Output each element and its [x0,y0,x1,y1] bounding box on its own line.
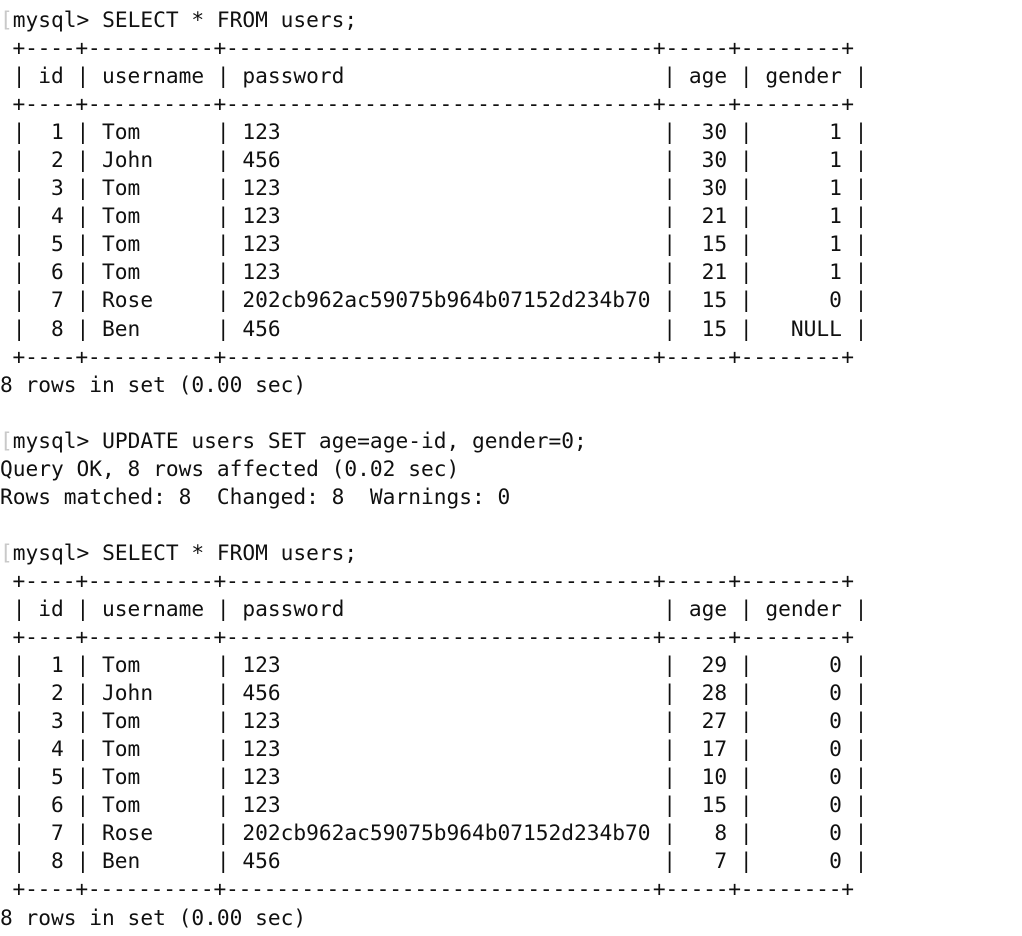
cursor-artifact: [ [0,427,13,453]
table-border-bottom: +----+----------+-----------------------… [0,876,854,902]
table-row: | 5 | Tom | 123 | 10 | 0 | [0,764,868,790]
table-row: | 6 | Tom | 123 | 15 | 0 | [0,792,868,818]
table-footer-rowcount: 8 rows in set (0.00 sec) [0,371,307,397]
table-row: | 1 | Tom | 123 | 30 | 1 | [0,119,868,145]
table-border-bottom: +----+----------+-----------------------… [0,343,854,369]
table-row: | 4 | Tom | 123 | 21 | 1 | [0,203,868,229]
command-line[interactable]: [mysql> SELECT * FROM users; [0,539,1022,567]
table-row: | 5 | Tom | 123 | 15 | 1 | [0,231,868,257]
table-row: | 7 | Rose | 202cb962ac59075b964b07152d2… [0,820,868,846]
sql-command-text[interactable]: UPDATE users SET age=age-id, gender=0; [102,428,587,453]
table-header-row: | id | username | password | age | gende… [0,595,868,621]
table-border-header: +----+----------+-----------------------… [0,624,854,650]
cursor-artifact: [ [0,539,13,565]
cursor-artifact: [ [0,7,13,32]
sql-command-text[interactable]: SELECT * FROM users; [102,7,357,32]
status-line: Query OK, 8 rows affected (0.02 sec) [0,455,460,481]
table-row: | 7 | Rose | 202cb962ac59075b964b07152d2… [0,287,868,313]
table-row: | 3 | Tom | 123 | 27 | 0 | [0,708,868,734]
table-row: | 1 | Tom | 123 | 29 | 0 | [0,652,868,678]
table-footer-rowcount: 8 rows in set (0.00 sec) [0,904,307,930]
mysql-prompt: mysql> [12,7,103,32]
mysql-prompt: mysql> [12,427,103,453]
terminal-output[interactable]: [mysql> SELECT * FROM users; +----+-----… [0,0,1022,936]
table-row: | 2 | John | 456 | 28 | 0 | [0,680,868,706]
table-row: | 8 | Ben | 456 | 15 | NULL | [0,315,868,341]
table-row: | 2 | John | 456 | 30 | 1 | [0,147,868,173]
sql-command-text[interactable]: SELECT * FROM users; [102,540,357,565]
table-border-top: +----+----------+-----------------------… [0,35,854,61]
table-border-header: +----+----------+-----------------------… [0,91,854,117]
table-row: | 8 | Ben | 456 | 7 | 0 | [0,848,868,874]
table-row: | 6 | Tom | 123 | 21 | 1 | [0,259,868,285]
mysql-prompt: mysql> [12,539,103,565]
table-row: | 4 | Tom | 123 | 17 | 0 | [0,736,868,762]
status-line: Rows matched: 8 Changed: 8 Warnings: 0 [0,483,511,509]
table-row: | 3 | Tom | 123 | 30 | 1 | [0,175,868,201]
command-line[interactable]: [mysql> SELECT * FROM users; [0,6,1022,34]
command-line[interactable]: [mysql> UPDATE users SET age=age-id, gen… [0,427,1022,455]
table-header-row: | id | username | password | age | gende… [0,63,868,89]
table-border-top: +----+----------+-----------------------… [0,567,854,593]
